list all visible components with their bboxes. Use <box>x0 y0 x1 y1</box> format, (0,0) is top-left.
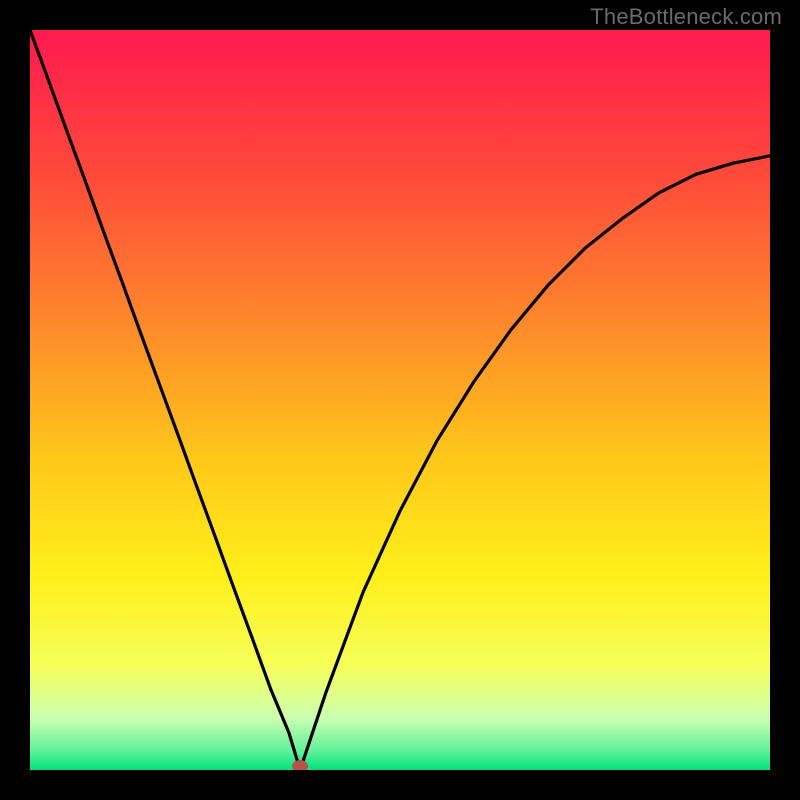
chart-stage: TheBottleneck.com <box>0 0 800 800</box>
optimal-marker <box>292 760 308 770</box>
plot-area <box>30 30 770 770</box>
bottleneck-curve <box>30 30 770 770</box>
curve-layer <box>30 30 770 770</box>
watermark-text: TheBottleneck.com <box>590 4 782 30</box>
